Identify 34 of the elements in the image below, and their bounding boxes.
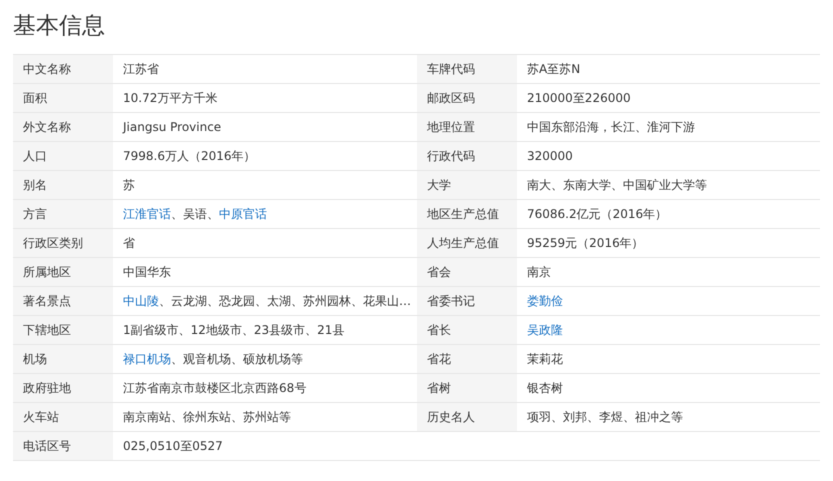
link[interactable]: 禄口机场 [123,352,171,366]
field-label: 著名景点 [13,287,113,316]
field-label: 行政代码 [417,142,517,171]
field-label: 面积 [13,84,113,113]
link[interactable]: 吴政隆 [527,323,563,337]
link[interactable]: 娄勤俭 [527,294,563,308]
field-label: 方言 [13,200,113,229]
field-label: 电话区号 [13,432,113,461]
field-label: 机场 [13,345,113,374]
field-label: 省委书记 [417,287,517,316]
field-label: 人口 [13,142,113,171]
field-label: 历史名人 [417,403,517,432]
link[interactable]: 中山陵 [123,294,159,308]
field-label: 政府驻地 [13,374,113,403]
field-label: 中文名称 [13,55,113,84]
field-label: 火车站 [13,403,113,432]
field-label: 所属地区 [13,258,113,287]
field-label: 邮政区码 [417,84,517,113]
field-label: 外文名称 [13,113,113,142]
link[interactable]: 中原官话 [219,207,267,221]
field-label: 省花 [417,345,517,374]
section-title: 基本信息 [13,12,106,41]
field-label: 下辖地区 [13,316,113,345]
link[interactable]: 江淮官话 [123,207,171,221]
field-label: 地区生产总值 [417,200,517,229]
field-label: 行政区类别 [13,229,113,258]
field-label: 省长 [417,316,517,345]
field-label: 省树 [417,374,517,403]
field-label: 大学 [417,171,517,200]
field-label: 别名 [13,171,113,200]
field-label: 车牌代码 [417,55,517,84]
field-label: 地理位置 [417,113,517,142]
field-label: 省会 [417,258,517,287]
field-label: 人均生产总值 [417,229,517,258]
